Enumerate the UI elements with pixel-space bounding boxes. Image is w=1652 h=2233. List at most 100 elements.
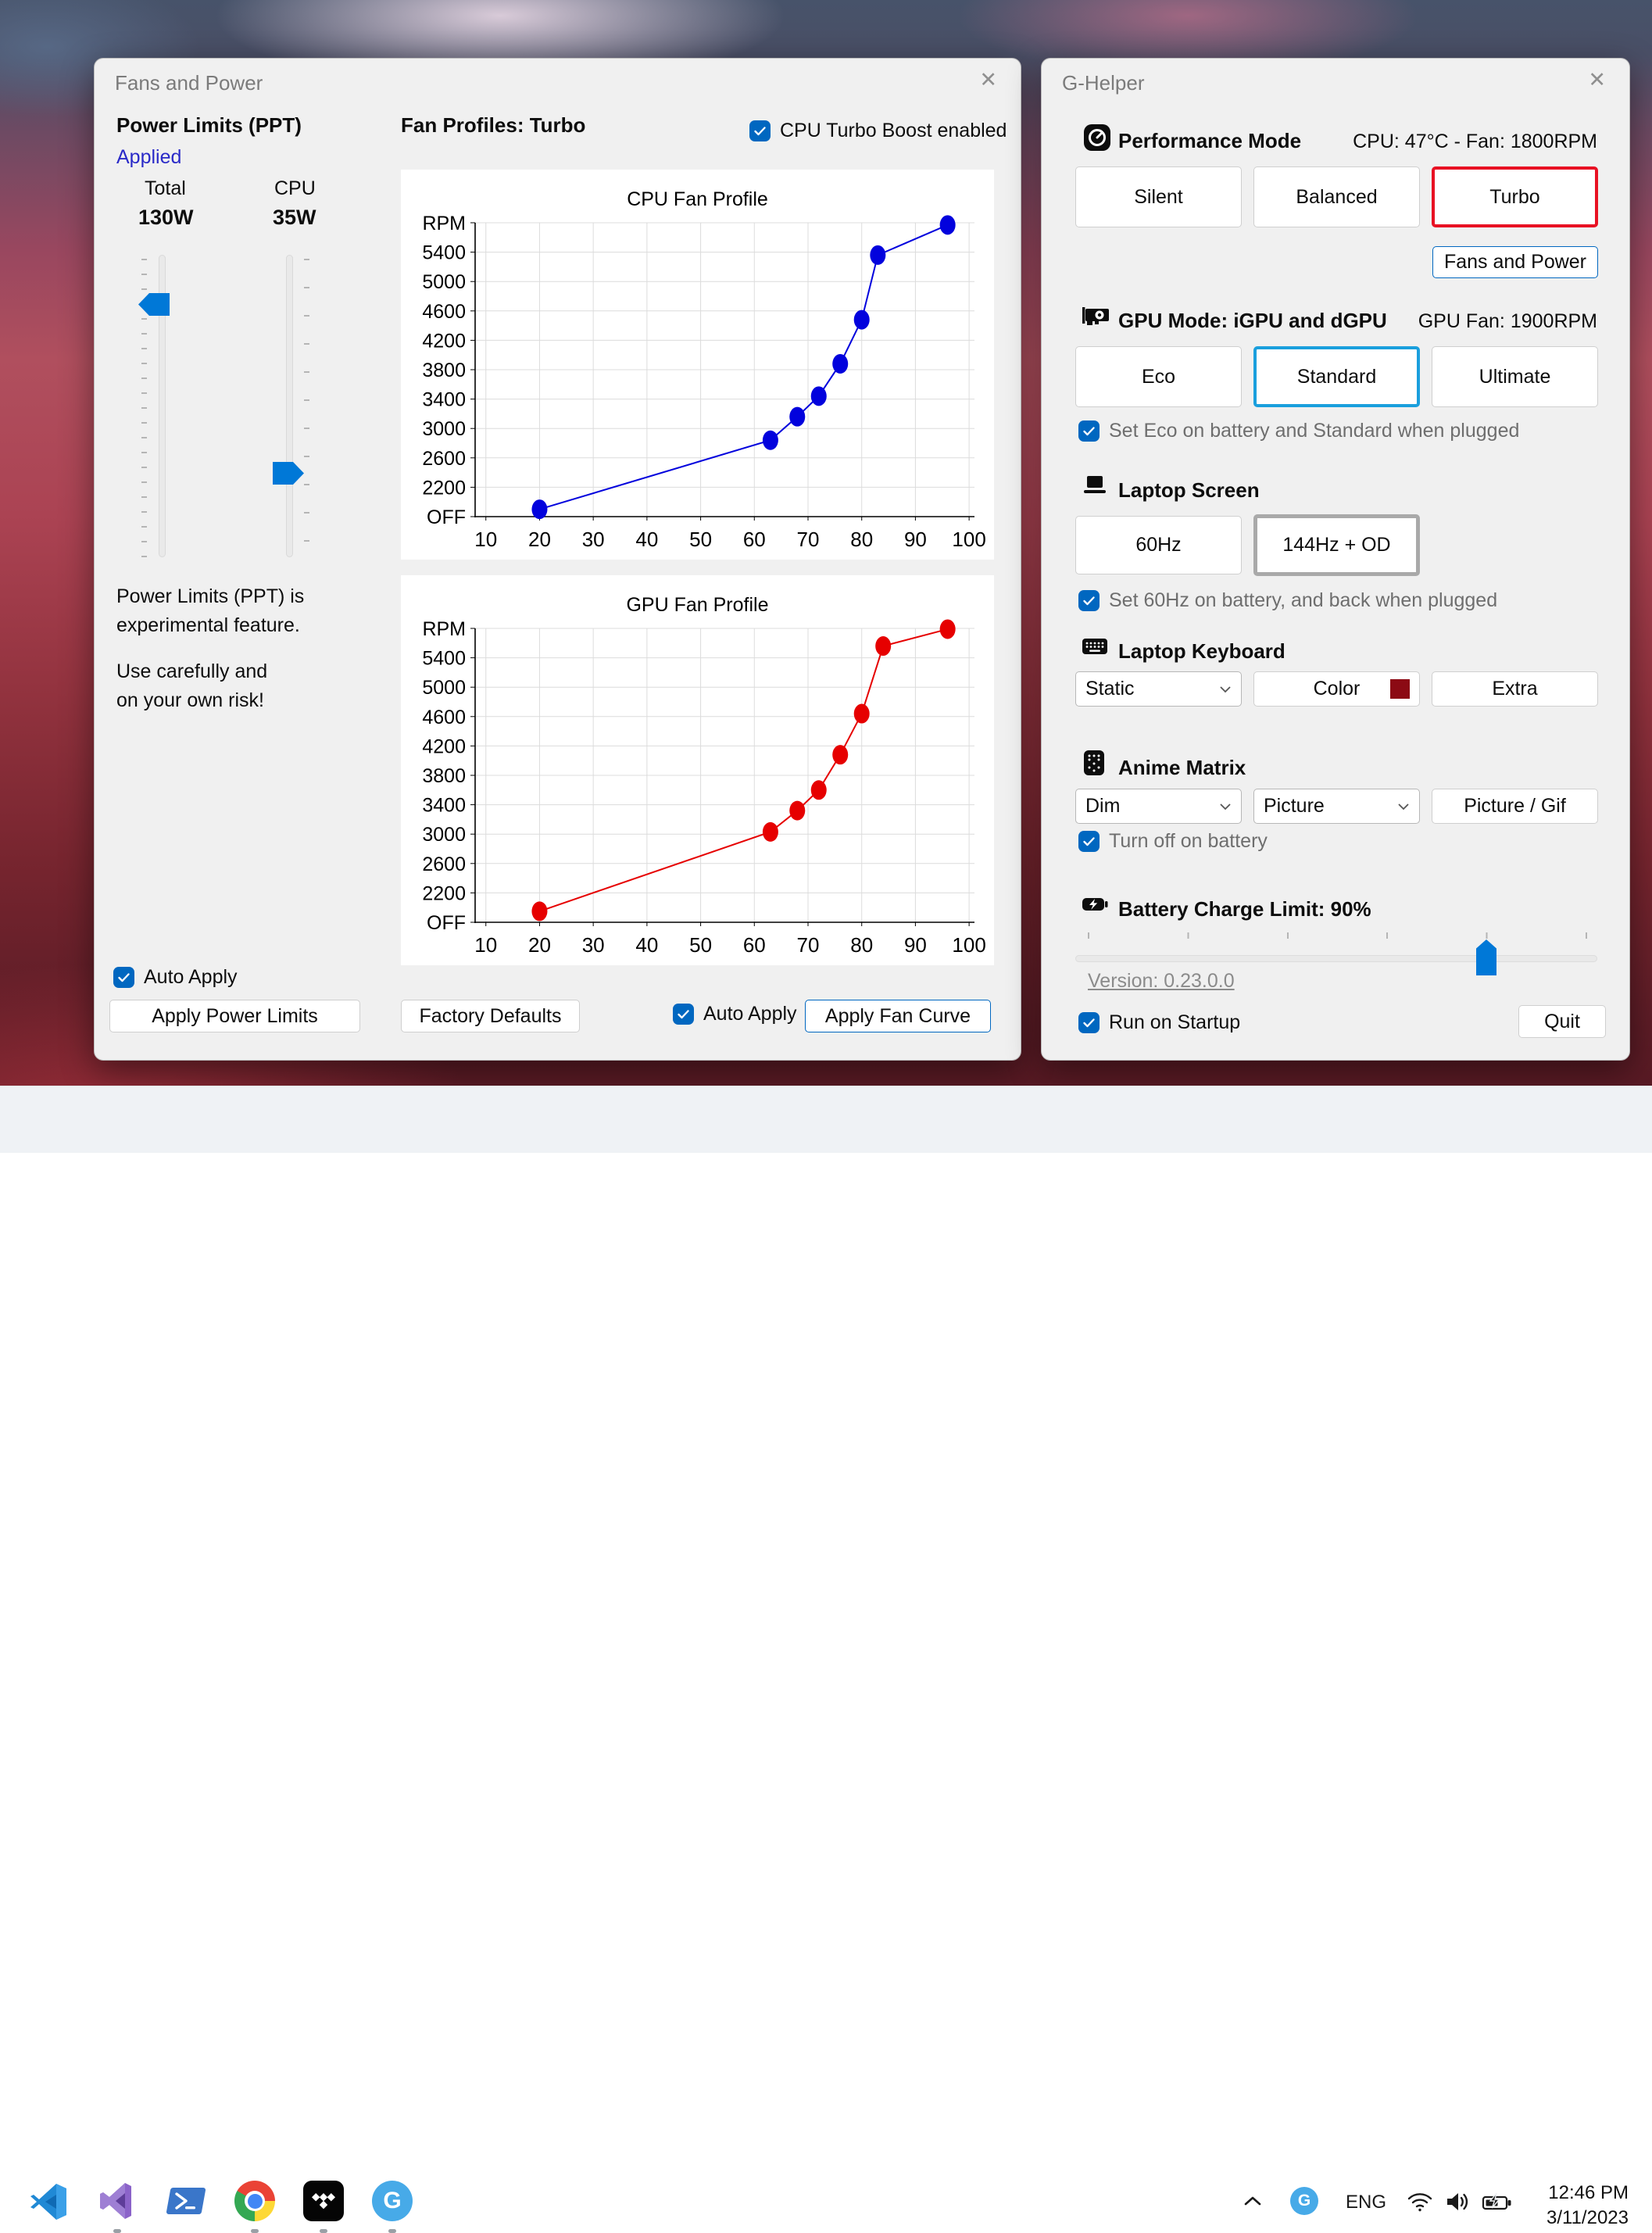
matrix-picture-gif-button[interactable]: Picture / Gif [1432,789,1598,824]
svg-text:20: 20 [528,933,551,957]
anime-matrix-icon [1082,750,1106,780]
powershell-icon[interactable] [166,2181,206,2221]
matrix-running-select[interactable]: Picture [1253,789,1420,824]
cpu-fan-chart-panel: 102030405060708090100OFF2200260030003400… [401,170,994,560]
svg-text:RPM: RPM [422,618,466,640]
svg-text:2600: 2600 [422,853,466,875]
svg-text:OFF: OFF [427,912,466,934]
checkbox-checked-icon[interactable] [113,967,134,988]
chevron-down-icon [1219,685,1232,693]
wifi-icon[interactable] [1407,2192,1433,2217]
checkbox-checked-icon[interactable] [749,120,771,141]
svg-text:80: 80 [850,528,873,551]
auto-apply-power-label: Auto Apply [144,966,238,989]
checkbox-checked-icon[interactable] [1078,590,1100,611]
keyboard-color-button[interactable]: Color [1253,671,1420,707]
apply-fan-curve-button[interactable]: Apply Fan Curve [805,1000,991,1032]
quit-button[interactable]: Quit [1518,1005,1606,1038]
close-icon[interactable]: ✕ [979,68,997,92]
svg-text:5000: 5000 [422,677,466,699]
battery-slider-ticks [1088,932,1588,939]
cpu-label: CPU [274,177,316,200]
cpu-fan-chart[interactable]: 102030405060708090100OFF2200260030003400… [401,170,994,560]
svg-text:OFF: OFF [427,506,466,528]
mode-silent-button[interactable]: Silent [1075,166,1242,227]
svg-text:90: 90 [904,528,927,551]
gpu-fan-chart-panel: 102030405060708090100OFF2200260030003400… [401,575,994,965]
running-indicator [388,2229,396,2233]
cpu-slider-thumb[interactable] [273,462,304,485]
tray-chevron-up-icon[interactable] [1243,2195,1263,2211]
tray-time: 12:46 PM [1547,2181,1629,2206]
battery-slider-track[interactable] [1075,955,1597,962]
ghelper-taskbar-icon[interactable]: G [372,2181,413,2221]
screen-60hz-auto-row: Set 60Hz on battery, and back when plugg… [1078,589,1497,612]
svg-text:90: 90 [904,933,927,957]
gpu-standard-button[interactable]: Standard [1253,346,1420,407]
laptop-screen-icon [1081,474,1109,501]
svg-text:20: 20 [528,528,551,551]
checkbox-checked-icon[interactable] [1078,831,1100,852]
svg-text:100: 100 [952,933,985,957]
factory-defaults-button[interactable]: Factory Defaults [401,1000,580,1032]
mode-balanced-button[interactable]: Balanced [1253,166,1420,227]
svg-text:60: 60 [743,528,766,551]
screen-144hz-button[interactable]: 144Hz + OD [1253,514,1420,576]
auto-apply-fan-label: Auto Apply [703,1003,797,1025]
svg-text:3800: 3800 [422,765,466,787]
vscode-icon[interactable] [28,2181,69,2221]
chevron-down-icon [1219,803,1232,811]
keyboard-mode-select[interactable]: Static [1075,671,1242,707]
running-indicator [320,2229,327,2233]
gpu-mode-heading: GPU Mode: iGPU and dGPU [1118,309,1387,333]
total-value: 130W [138,206,194,230]
power-limits-status: Applied [116,146,181,169]
volume-icon[interactable] [1444,2191,1471,2217]
svg-text:4200: 4200 [422,735,466,757]
mode-turbo-button[interactable]: Turbo [1432,166,1598,227]
gpu-ultimate-button[interactable]: Ultimate [1432,346,1598,407]
svg-text:3400: 3400 [422,795,466,817]
battery-slider-thumb[interactable] [1476,939,1496,975]
ghelper-tray-icon[interactable]: G [1290,2187,1318,2215]
tidal-icon[interactable] [303,2181,344,2221]
svg-text:3000: 3000 [422,824,466,846]
version-link[interactable]: Version: 0.23.0.0 [1088,970,1235,993]
fan-profiles-heading: Fan Profiles: Turbo [401,113,585,138]
visual-studio-icon[interactable] [97,2181,138,2221]
svg-text:RPM: RPM [422,213,466,234]
power-limits-warning-2: Use carefully and on your own risk! [116,657,267,715]
checkbox-checked-icon[interactable] [1078,1012,1100,1033]
matrix-brightness-select[interactable]: Dim [1075,789,1242,824]
checkbox-checked-icon[interactable] [1078,420,1100,442]
cpu-slider-ticks [304,259,309,557]
gpu-fan-chart[interactable]: 102030405060708090100OFF2200260030003400… [401,575,994,965]
cpu-slider-track[interactable] [286,255,293,557]
fans-power-window: Fans and Power ✕ Power Limits (PPT) Appl… [94,58,1021,1061]
power-limits-warning-1: Power Limits (PPT) is experimental featu… [116,582,304,640]
checkbox-checked-icon[interactable] [673,1004,694,1025]
keyboard-extra-button[interactable]: Extra [1432,671,1598,707]
window-title: G-Helper [1062,71,1144,95]
taskbar-clock[interactable]: 12:46 PM 3/11/2023 [1547,2181,1629,2231]
svg-text:40: 40 [635,528,658,551]
svg-text:3800: 3800 [422,360,466,381]
chrome-icon[interactable] [234,2181,275,2221]
svg-text:3400: 3400 [422,389,466,411]
svg-text:70: 70 [797,933,820,957]
laptop-screen-heading: Laptop Screen [1118,478,1260,503]
svg-text:40: 40 [635,933,658,957]
svg-text:4600: 4600 [422,707,466,728]
fans-and-power-button[interactable]: Fans and Power [1432,246,1598,278]
svg-text:4200: 4200 [422,330,466,352]
screen-60hz-button[interactable]: 60Hz [1075,516,1242,574]
apply-power-limits-button[interactable]: Apply Power Limits [109,1000,360,1032]
gpu-eco-button[interactable]: Eco [1075,346,1242,407]
svg-text:30: 30 [582,528,605,551]
svg-text:100: 100 [952,528,985,551]
language-indicator[interactable]: ENG [1346,2192,1386,2213]
keyboard-color-label: Color [1314,678,1361,700]
close-icon[interactable]: ✕ [1588,68,1606,92]
auto-apply-power-row: Auto Apply [113,966,238,989]
battery-tray-icon[interactable] [1482,2192,1513,2217]
